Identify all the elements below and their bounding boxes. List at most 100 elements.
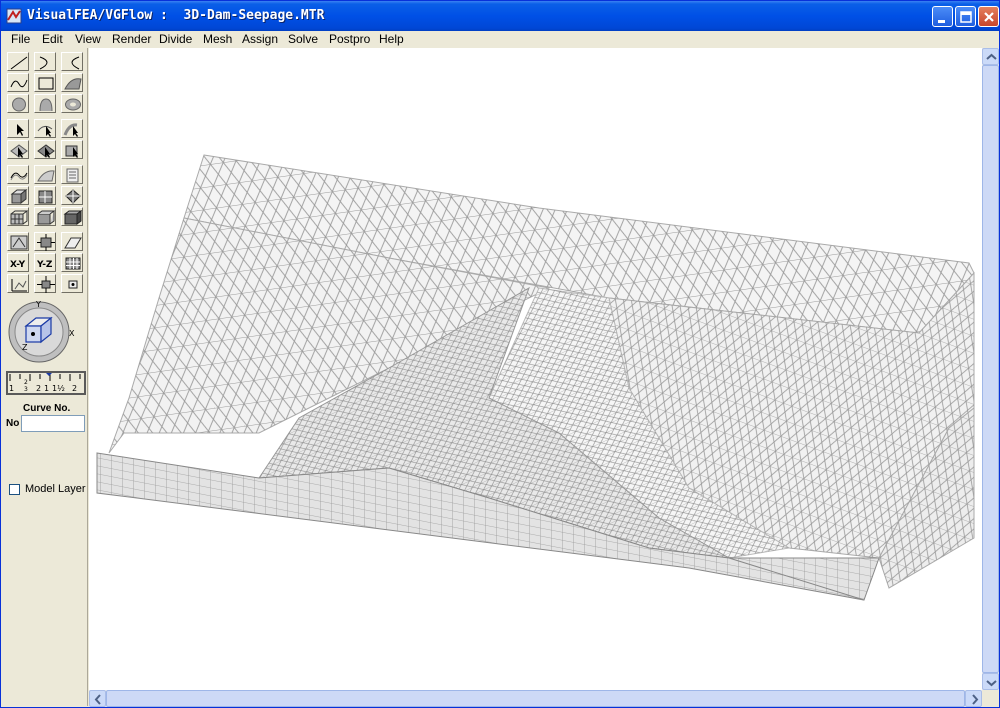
surface-icon xyxy=(64,78,82,90)
model-layer-label: Model Layer xyxy=(25,483,86,495)
view-yz-tool[interactable]: Y-Z xyxy=(34,253,56,272)
menu-file[interactable]: File xyxy=(11,32,30,46)
select-node-tool[interactable] xyxy=(7,140,29,159)
scroll-left-button[interactable] xyxy=(89,690,106,707)
ruler-label-1: 1 xyxy=(9,384,14,393)
select-node-icon xyxy=(10,144,28,158)
perspective-tool[interactable] xyxy=(61,232,83,251)
select-block-tool[interactable] xyxy=(61,140,83,159)
view-tool-1[interactable] xyxy=(7,232,29,251)
tool-palette: X-Y Y-Z Y X Z 1 2 3 2 1 1½ 2 xyxy=(4,48,88,706)
title-bar[interactable]: VisualFEA/VGFlow : 3D-Dam-Seepage.MTR xyxy=(1,1,999,31)
scroll-up-button[interactable] xyxy=(982,48,999,65)
arc-icon xyxy=(39,56,48,70)
surface-mesh-tool[interactable] xyxy=(34,165,56,184)
close-button[interactable] xyxy=(978,6,999,27)
grid-tool[interactable] xyxy=(61,253,83,272)
ruler-label-5: 2 xyxy=(72,384,77,393)
solid-rotate-icon xyxy=(65,189,81,204)
vertical-scrollbar[interactable] xyxy=(982,48,999,690)
model-layer-checkbox[interactable] xyxy=(9,484,20,495)
maximize-button[interactable] xyxy=(955,6,976,27)
3d-viewport[interactable] xyxy=(89,48,982,690)
chevron-left-icon xyxy=(94,694,101,705)
layer-list-tool[interactable] xyxy=(61,165,83,184)
solid-tool-3[interactable] xyxy=(61,186,83,205)
sphere-icon xyxy=(12,97,26,112)
select-arrow-icon xyxy=(17,124,24,136)
menu-edit[interactable]: Edit xyxy=(42,32,63,46)
surface-tool[interactable] xyxy=(61,73,83,92)
view-icon xyxy=(10,235,28,250)
menu-assign[interactable]: Assign xyxy=(242,32,278,46)
select-surface-tool[interactable] xyxy=(61,119,83,138)
scroll-down-button[interactable] xyxy=(982,673,999,690)
sphere-tool[interactable] xyxy=(7,94,29,113)
torus-tool[interactable] xyxy=(61,94,83,113)
point-tool[interactable] xyxy=(61,274,83,293)
perspective-icon xyxy=(64,237,82,249)
scale-ruler[interactable]: 1 2 3 2 1 1½ 2 xyxy=(6,371,86,395)
axis-icon xyxy=(11,279,27,292)
view-yz-icon: Y-Z xyxy=(36,260,53,270)
line-tool[interactable] xyxy=(7,52,29,71)
horizontal-scrollbar[interactable] xyxy=(89,690,982,707)
ruler-frac-3: 3 xyxy=(24,386,28,393)
select-element-icon xyxy=(37,144,55,158)
menu-render[interactable]: Render xyxy=(112,32,151,46)
dam-mesh-render xyxy=(96,154,975,601)
application-window: VisualFEA/VGFlow : 3D-Dam-Seepage.MTR Fi… xyxy=(0,0,1000,708)
minimize-icon xyxy=(938,20,945,23)
block-tool-3[interactable] xyxy=(61,207,83,226)
spline-tool[interactable] xyxy=(7,73,29,92)
chevron-right-icon xyxy=(972,694,979,705)
menu-divide[interactable]: Divide xyxy=(159,32,192,46)
select-tool[interactable] xyxy=(7,119,29,138)
menu-view[interactable]: View xyxy=(75,32,101,46)
arc-tool[interactable] xyxy=(34,52,56,71)
axis-tool[interactable] xyxy=(7,274,29,293)
horizontal-scroll-thumb[interactable] xyxy=(106,690,965,707)
view-cube-orb[interactable]: Y X Z xyxy=(4,298,88,368)
circle-arc-tool[interactable] xyxy=(61,52,83,71)
select-surface-icon xyxy=(63,123,78,137)
menu-help[interactable]: Help xyxy=(379,32,404,46)
surface-mesh-icon xyxy=(37,170,55,182)
axis-label-z: Z xyxy=(22,343,28,352)
axis-label-x: X xyxy=(69,329,75,338)
pan-tool[interactable] xyxy=(34,274,56,293)
circle-arc-icon xyxy=(71,56,80,70)
revolve-tool[interactable] xyxy=(34,94,56,113)
curve-mesh-tool[interactable] xyxy=(7,165,29,184)
curve-no-label: Curve No. xyxy=(23,403,71,414)
scroll-right-button[interactable] xyxy=(965,690,982,707)
window-title: VisualFEA/VGFlow : 3D-Dam-Seepage.MTR xyxy=(27,8,325,23)
menu-solve[interactable]: Solve xyxy=(288,32,318,46)
menu-mesh[interactable]: Mesh xyxy=(203,32,232,46)
svg-text:X-Y: X-Y xyxy=(10,260,26,270)
select-element-tool[interactable] xyxy=(34,140,56,159)
point-icon xyxy=(68,280,78,289)
axis-label-y: Y xyxy=(35,300,41,309)
zoom-fit-tool[interactable] xyxy=(34,232,56,251)
block-tool-1[interactable] xyxy=(7,207,29,226)
grid-icon xyxy=(65,257,81,270)
ruler-label-4: 1½ xyxy=(52,384,65,393)
solid-tool-2[interactable] xyxy=(34,186,56,205)
block-grid-icon xyxy=(10,210,29,225)
solid-tool-1[interactable] xyxy=(7,186,29,205)
view-xy-tool[interactable]: X-Y xyxy=(7,253,29,272)
select-block-icon xyxy=(65,145,78,158)
zoom-fit-icon xyxy=(37,234,55,251)
vertical-scroll-thumb[interactable] xyxy=(982,65,999,673)
block-tool-2[interactable] xyxy=(34,207,56,226)
solid-mesh-icon xyxy=(38,190,53,204)
rectangle-tool[interactable] xyxy=(34,73,56,92)
menu-postpro[interactable]: Postpro xyxy=(329,32,370,46)
block-solid-icon xyxy=(63,210,83,225)
ruler-label-2: 2 xyxy=(36,384,41,393)
curve-number-input[interactable] xyxy=(21,415,85,432)
minimize-button[interactable] xyxy=(932,6,953,27)
no-label: No xyxy=(6,418,20,429)
select-curve-tool[interactable] xyxy=(34,119,56,138)
